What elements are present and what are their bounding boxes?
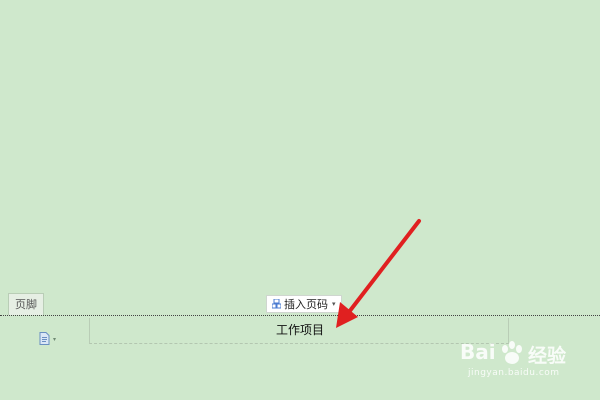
baidu-jingyan-watermark: Bai 经验 jingyan.baidu.com [460, 338, 590, 388]
paw-icon [502, 341, 522, 364]
watermark-logo-text: Bai [460, 340, 496, 364]
chevron-down-icon: ▾ [53, 336, 57, 343]
footer-tab: 页脚 [8, 293, 44, 315]
watermark-url: jingyan.baidu.com [468, 368, 560, 378]
document-page: 页脚 插入页码 ▾ 工作项目 ▾ Bai 经验 jingyan.baidu.co… [0, 0, 600, 400]
watermark-logo-chinese: 经验 [528, 345, 567, 367]
insert-page-number-label: 插入页码 [284, 298, 328, 311]
insert-page-number-button[interactable]: 插入页码 ▾ [266, 295, 342, 313]
arrow-shaft [347, 219, 421, 314]
footer-boundary-line [0, 315, 600, 316]
footer-options-button[interactable]: ▾ [39, 330, 56, 349]
page-number-icon [271, 298, 282, 309]
chevron-down-icon: ▾ [332, 300, 336, 308]
document-icon [39, 330, 50, 349]
